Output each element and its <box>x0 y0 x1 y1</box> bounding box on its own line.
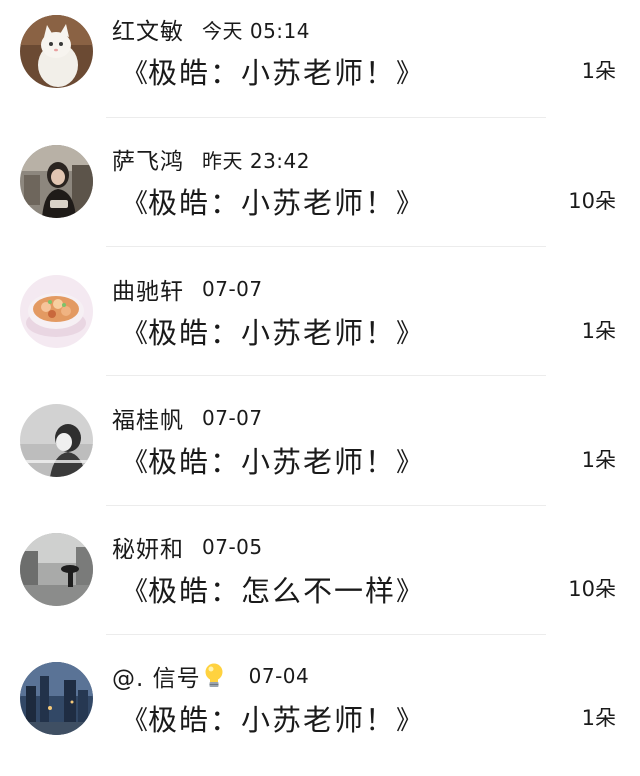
divider <box>106 505 546 506</box>
message-text: 极皓：小苏老师！ <box>148 316 397 350</box>
user-name[interactable]: 萨飞鸿 <box>112 142 184 176</box>
timestamp: 07-04 <box>248 664 310 688</box>
timestamp: 昨天 23:42 <box>202 148 310 173</box>
flower-count: 1朵 <box>581 706 616 730</box>
message-text: 极皓：怎么不一样 <box>148 574 397 608</box>
close-bracket: 》 <box>396 447 423 478</box>
list-item[interactable]: 秘妍和 07-05 《 极皓：怎么不一样 》 10朵 <box>0 518 640 647</box>
message: 《 极皓：小苏老师！ 》 <box>122 180 422 222</box>
divider <box>106 117 546 118</box>
timestamp: 07-05 <box>202 535 263 559</box>
avatar[interactable] <box>20 15 93 88</box>
list-item[interactable]: 福桂帆 07-07 《 极皓：小苏老师！ 》 1朵 <box>0 389 640 518</box>
close-bracket: 》 <box>396 188 423 219</box>
open-bracket: 《 <box>122 188 149 219</box>
rainy-street-avatar-icon <box>20 533 93 606</box>
message: 《 极皓：小苏老师！ 》 <box>122 310 422 352</box>
list-item[interactable]: @. 信号 07-04 《 极皓：小苏老师！ 》 1朵 <box>0 647 640 776</box>
flower-count: 1朵 <box>581 448 616 472</box>
user-name[interactable]: 红文敏 <box>112 12 184 46</box>
flower-count: 1朵 <box>581 59 616 83</box>
avatar[interactable] <box>20 404 93 477</box>
timestamp: 07-07 <box>202 406 263 430</box>
close-bracket: 》 <box>396 576 423 607</box>
soup-bowl-avatar-icon <box>20 275 93 348</box>
open-bracket: 《 <box>122 318 149 349</box>
list-item[interactable]: 萨飞鸿 昨天 23:42 《 极皓：小苏老师！ 》 10朵 <box>0 130 640 259</box>
message: 《 极皓：小苏老师！ 》 <box>122 439 422 481</box>
message-text: 极皓：小苏老师！ <box>148 186 397 220</box>
close-bracket: 》 <box>396 58 423 89</box>
girl-photo-avatar-icon <box>20 145 93 218</box>
open-bracket: 《 <box>122 58 149 89</box>
timestamp: 07-07 <box>202 277 263 301</box>
open-bracket: 《 <box>122 576 149 607</box>
avatar[interactable] <box>20 275 93 348</box>
message: 《 极皓：小苏老师！ 》 <box>122 50 422 92</box>
flower-count: 10朵 <box>568 189 616 213</box>
user-name[interactable]: @. 信号 <box>112 659 201 693</box>
flower-count: 1朵 <box>581 319 616 343</box>
close-bracket: 》 <box>396 705 423 736</box>
avatar[interactable] <box>20 145 93 218</box>
comment-list: 红文敏 今天 05:14 《 极皓：小苏老师！ 》 1朵 萨飞鸿 昨天 23:4… <box>0 0 640 762</box>
flower-count: 10朵 <box>568 577 616 601</box>
message: 《 极皓：小苏老师！ 》 <box>122 697 422 739</box>
message: 《 极皓：怎么不一样 》 <box>122 568 422 610</box>
timestamp: 今天 05:14 <box>202 18 310 43</box>
avatar[interactable] <box>20 662 93 735</box>
user-name[interactable]: 福桂帆 <box>112 401 184 435</box>
divider <box>106 246 546 247</box>
divider <box>106 375 546 376</box>
user-name[interactable]: 秘妍和 <box>112 530 184 564</box>
user-name[interactable]: 曲驰轩 <box>112 272 184 306</box>
message-text: 极皓：小苏老师！ <box>148 56 397 90</box>
open-bracket: 《 <box>122 705 149 736</box>
close-bracket: 》 <box>396 318 423 349</box>
message-text: 极皓：小苏老师！ <box>148 703 397 737</box>
message-text: 极皓：小苏老师！ <box>148 445 397 479</box>
list-item[interactable]: 曲驰轩 07-07 《 极皓：小苏老师！ 》 1朵 <box>0 260 640 389</box>
lightbulb-icon <box>203 662 225 690</box>
sketch-girl-avatar-icon <box>20 404 93 477</box>
white-cat-avatar-icon <box>20 15 93 88</box>
city-night-avatar-icon <box>20 662 93 735</box>
avatar[interactable] <box>20 533 93 606</box>
list-item[interactable]: 红文敏 今天 05:14 《 极皓：小苏老师！ 》 1朵 <box>0 0 640 129</box>
open-bracket: 《 <box>122 447 149 478</box>
divider <box>106 634 546 635</box>
